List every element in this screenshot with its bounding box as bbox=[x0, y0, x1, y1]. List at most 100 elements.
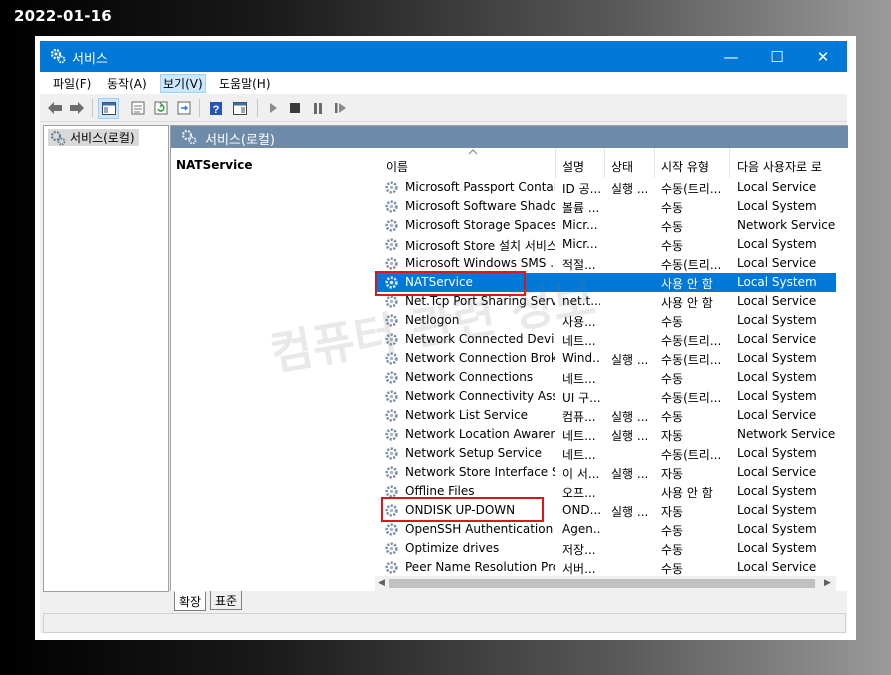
pause-service-button[interactable] bbox=[308, 98, 328, 118]
column-header-startup-type[interactable]: 시작 유형 bbox=[661, 158, 709, 175]
service-log-on-as: Local System bbox=[737, 370, 817, 384]
service-row[interactable]: Optimize drives 저장... 수동 Local System bbox=[375, 539, 836, 558]
scroll-right-icon[interactable]: ▶ bbox=[824, 578, 831, 588]
service-log-on-as: Local System bbox=[737, 313, 817, 327]
service-log-on-as: Local Service bbox=[737, 294, 817, 308]
column-header-log-on-as[interactable]: 다음 사용자로 로 bbox=[737, 158, 827, 175]
service-row[interactable]: Microsoft Software Shado... 볼륨 ... 수동 Local… bbox=[375, 197, 836, 216]
service-row[interactable]: Microsoft Storage Spaces ... Micr... 수동 Net… bbox=[375, 216, 836, 235]
help-button[interactable]: ? bbox=[206, 98, 226, 118]
toolbar-separator bbox=[199, 99, 200, 117]
service-description: 볼륨 ... bbox=[562, 201, 600, 215]
service-gear-icon bbox=[385, 257, 398, 270]
menu-view[interactable]: 보기(V) bbox=[160, 74, 206, 93]
service-gear-icon bbox=[385, 428, 398, 441]
refresh-button[interactable] bbox=[151, 98, 171, 118]
scroll-left-icon[interactable]: ◀ bbox=[378, 578, 385, 588]
stop-service-button[interactable] bbox=[285, 98, 305, 118]
service-name: Network Store Interface Se... bbox=[405, 465, 555, 479]
tree-node-services-local[interactable]: 서비스(로컬) bbox=[48, 129, 139, 146]
service-description: 네트... bbox=[562, 334, 596, 348]
pane-header-title: 서비스(로컬) bbox=[205, 133, 275, 148]
service-startup-type: 수동 bbox=[661, 239, 684, 253]
service-description: 컴퓨... bbox=[562, 410, 596, 424]
service-name: Optimize drives bbox=[405, 541, 500, 555]
menu-file[interactable]: 파일(F) bbox=[53, 75, 91, 92]
service-row[interactable]: Network List Service 컴퓨... 실행 ... 수동 Local S… bbox=[375, 406, 836, 425]
column-header-description[interactable]: 설명 bbox=[562, 158, 584, 175]
tab-standard-label: 표준 bbox=[215, 593, 238, 608]
tab-standard[interactable]: 표준 bbox=[210, 591, 243, 610]
properties-button[interactable] bbox=[128, 98, 148, 118]
console-tree: 서비스(로컬) bbox=[43, 125, 169, 592]
maximize-button[interactable]: ☐ bbox=[754, 41, 800, 72]
column-header-status[interactable]: 상태 bbox=[611, 158, 633, 175]
menu-help[interactable]: 도움말(H) bbox=[219, 75, 271, 92]
start-service-button[interactable] bbox=[263, 98, 283, 118]
service-startup-type: 사용 안 함 bbox=[661, 277, 713, 291]
service-row[interactable]: Network Setup Service 네트... 수동(트리... Local … bbox=[375, 444, 836, 463]
service-name: Microsoft Passport Container bbox=[405, 180, 555, 194]
service-row[interactable]: Network Connections 네트... 수동 Local System bbox=[375, 368, 836, 387]
help-icon: ? bbox=[210, 101, 222, 116]
service-log-on-as: Local Service bbox=[737, 180, 817, 194]
service-row[interactable]: Network Location Awareness 네트... 실행 ... 자동 N… bbox=[375, 425, 836, 444]
column-divider[interactable] bbox=[654, 148, 655, 178]
service-row[interactable]: Network Store Interface Se... 이 서... 실행 ..… bbox=[375, 463, 836, 482]
service-log-on-as: Local System bbox=[737, 237, 817, 251]
tab-extended[interactable]: 확장 bbox=[174, 591, 207, 611]
service-description: 서버... bbox=[562, 562, 596, 576]
show-hide-tree-button[interactable] bbox=[98, 98, 119, 119]
back-button[interactable] bbox=[45, 98, 65, 118]
service-row[interactable]: OpenSSH Authentication A... Agen... 수동 Loca… bbox=[375, 520, 836, 539]
column-header-name[interactable]: 이름 bbox=[386, 158, 408, 175]
horizontal-scroll-thumb[interactable] bbox=[389, 579, 815, 588]
service-description: 이 서... bbox=[562, 467, 600, 481]
horizontal-scrollbar[interactable]: ◀ ▶ bbox=[375, 576, 836, 592]
service-name: Microsoft Store 설치 서비스 bbox=[405, 239, 555, 253]
column-divider[interactable] bbox=[729, 148, 730, 178]
service-description: Agen... bbox=[562, 522, 600, 536]
status-bar bbox=[43, 613, 846, 633]
service-gear-icon bbox=[385, 390, 398, 403]
service-startup-type: 수동(트리... bbox=[661, 334, 722, 348]
forward-button[interactable] bbox=[67, 98, 87, 118]
close-icon: ✕ bbox=[816, 47, 830, 66]
service-description: 네트... bbox=[562, 429, 596, 443]
service-log-on-as: Local Service bbox=[737, 256, 817, 270]
services-list: 이름 설명 상태 시작 유형 다음 사용자로 로 Microsoft Passp… bbox=[375, 148, 848, 592]
service-log-on-as: Local Service bbox=[737, 408, 817, 422]
stop-icon bbox=[290, 103, 300, 113]
export-list-button[interactable] bbox=[174, 98, 194, 118]
service-log-on-as: Local Service bbox=[737, 332, 817, 346]
close-button[interactable]: ✕ bbox=[800, 41, 846, 72]
forward-arrow-icon bbox=[70, 102, 84, 114]
minimize-button[interactable]: — bbox=[708, 41, 754, 72]
show-action-pane-button[interactable] bbox=[230, 98, 250, 118]
window-title: 서비스 bbox=[72, 52, 108, 67]
service-row[interactable]: Peer Name Resolution Prot... 서버... 수동 Local… bbox=[375, 558, 836, 577]
service-log-on-as: Local System bbox=[737, 541, 817, 555]
service-name: Network Connections bbox=[405, 370, 534, 384]
service-gear-icon bbox=[385, 561, 398, 574]
restart-service-button[interactable] bbox=[331, 98, 351, 118]
title-bar: 서비스 — ☐ ✕ bbox=[40, 41, 847, 72]
service-startup-type: 수동 bbox=[661, 562, 684, 576]
service-row[interactable]: Network Connectivity Assis... UI 구... 수동(트… bbox=[375, 387, 836, 406]
selected-service-name: NATService bbox=[176, 158, 253, 172]
service-gear-icon bbox=[385, 238, 398, 251]
service-startup-type: 수동 bbox=[661, 201, 684, 215]
column-divider[interactable] bbox=[555, 148, 556, 178]
date-stamp: 2022-01-16 bbox=[14, 7, 112, 25]
menu-action[interactable]: 동작(A) bbox=[107, 75, 147, 92]
console-tree-icon bbox=[101, 102, 116, 115]
service-description: Wind... bbox=[562, 351, 600, 365]
view-tabs: 확장 표준 bbox=[170, 591, 847, 613]
service-row[interactable]: Microsoft Store 설치 서비스 Micr... 수동 Local Sys… bbox=[375, 235, 836, 254]
service-description: ID 공... bbox=[562, 182, 600, 196]
column-divider[interactable] bbox=[604, 148, 605, 178]
service-name: OpenSSH Authentication A... bbox=[405, 522, 555, 536]
pane-header: 서비스(로컬) bbox=[171, 126, 848, 148]
service-row[interactable]: Microsoft Passport Container ID 공... 실행 ..… bbox=[375, 178, 836, 197]
service-startup-type: 사용 안 함 bbox=[661, 486, 713, 500]
